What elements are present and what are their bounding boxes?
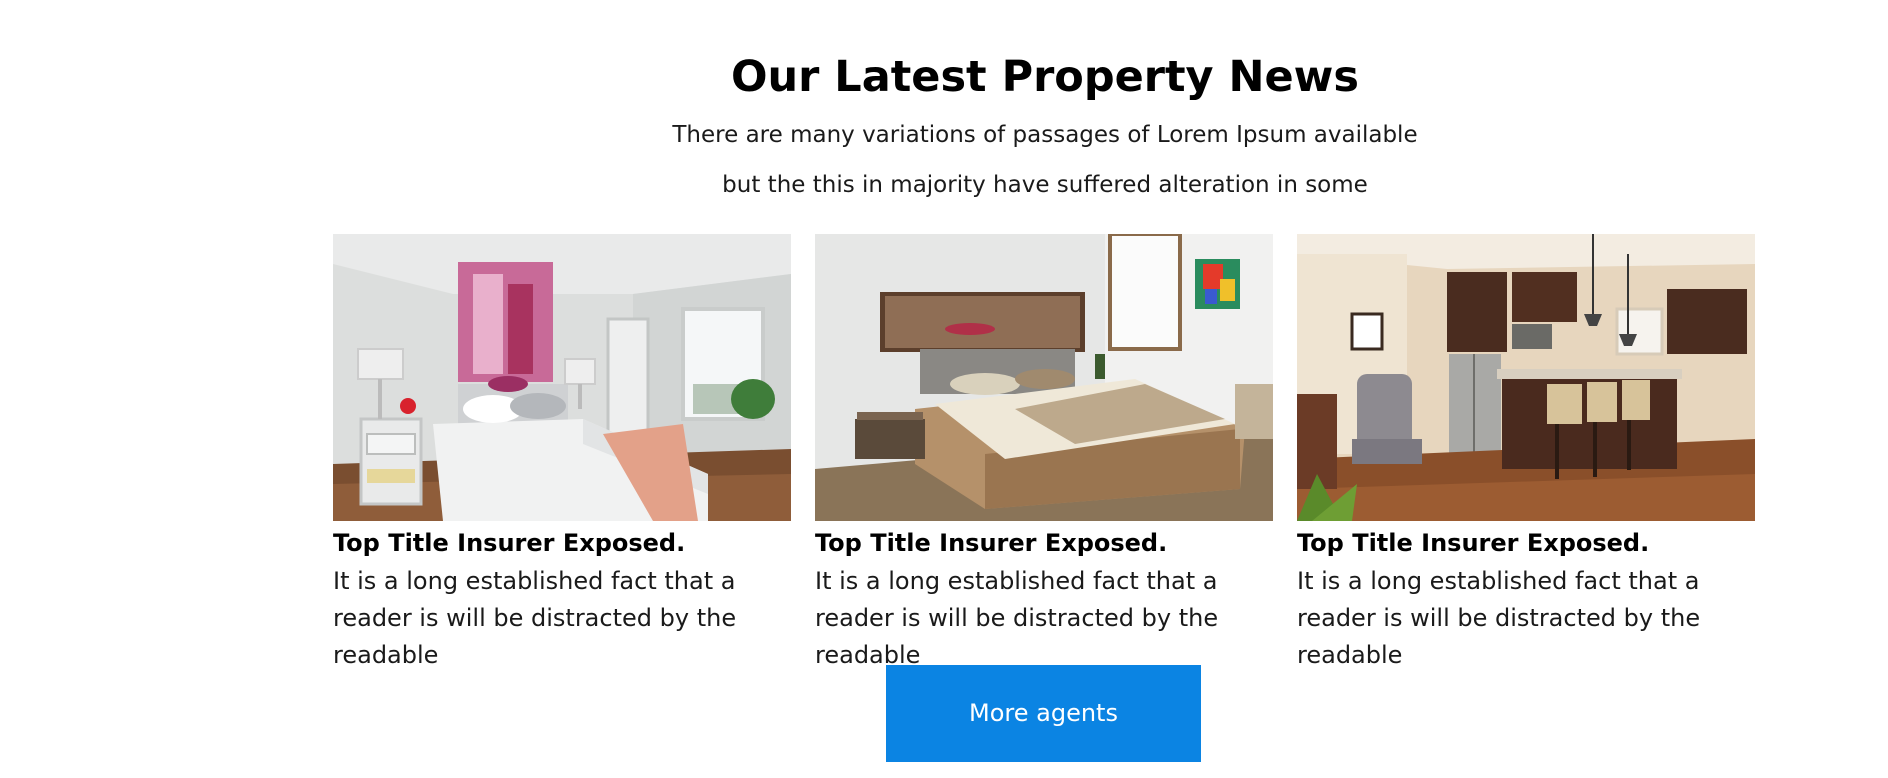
news-card[interactable]: Top Title Insurer Exposed. It is a long …: [333, 234, 791, 674]
section-subtitle-line-1: There are many variations of passages of…: [672, 122, 1418, 148]
card-title[interactable]: Top Title Insurer Exposed.: [333, 527, 791, 559]
card-text: It is a long established fact that a rea…: [1297, 567, 1701, 669]
card-text: It is a long established fact that a rea…: [815, 567, 1219, 669]
card-title[interactable]: Top Title Insurer Exposed.: [815, 527, 1273, 559]
section-title: Our Latest Property News: [730, 52, 1360, 102]
more-agents-button[interactable]: More agents: [886, 665, 1201, 762]
kitchen-photo[interactable]: [1297, 234, 1755, 521]
modern-bedroom-photo[interactable]: [815, 234, 1273, 521]
news-card[interactable]: Top Title Insurer Exposed. It is a long …: [815, 234, 1273, 674]
card-text: It is a long established fact that a rea…: [333, 567, 737, 669]
section-subtitle-line-2: but the this in majority have suffered a…: [722, 172, 1368, 198]
bedroom-photo[interactable]: [333, 234, 791, 521]
news-cards: Top Title Insurer Exposed. It is a long …: [333, 234, 1755, 669]
card-title[interactable]: Top Title Insurer Exposed.: [1297, 527, 1755, 559]
news-card[interactable]: Top Title Insurer Exposed. It is a long …: [1297, 234, 1755, 674]
property-news-section: Our Latest Property News There are many …: [0, 0, 1888, 778]
